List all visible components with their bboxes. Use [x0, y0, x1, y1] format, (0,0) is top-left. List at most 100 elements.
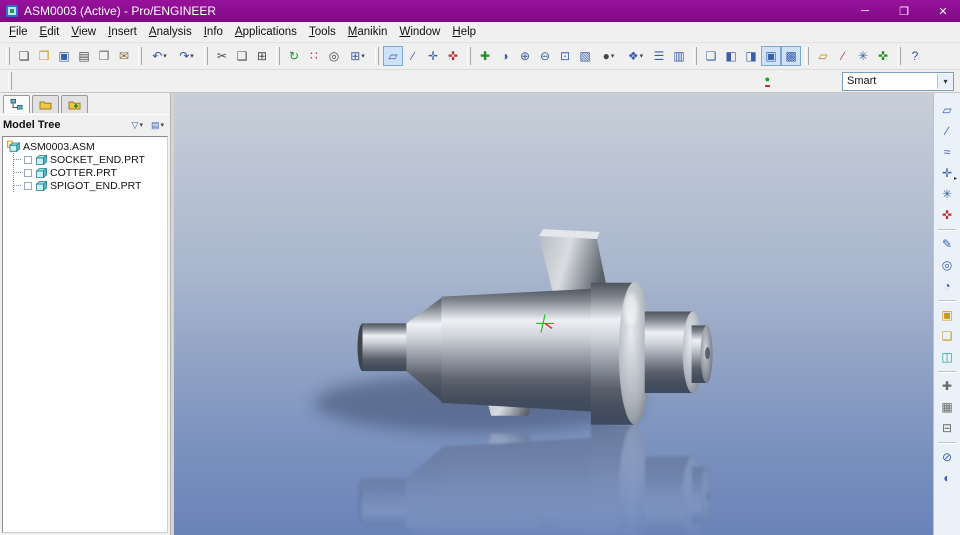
datum-axis-display-button[interactable]: ∕: [403, 46, 423, 66]
insert-datum-plane-button[interactable]: ▱: [813, 46, 833, 66]
menu-file[interactable]: File: [3, 24, 34, 40]
redo-dropdown-arrow-icon[interactable]: ▾: [190, 52, 194, 60]
toolbar-grip[interactable]: [138, 47, 142, 65]
insert-coordinate-system-button[interactable]: ✜: [873, 46, 893, 66]
undo-dropdown-arrow-icon[interactable]: ▾: [163, 52, 167, 60]
window-new-button[interactable]: ❏: [701, 46, 721, 66]
undo-button[interactable]: ↶ ▾: [146, 46, 173, 66]
datum-point-tool-button[interactable]: ✛ ▸: [937, 164, 957, 182]
tree-item-spigot-end-prt[interactable]: SPIGOT_END.PRT: [14, 179, 167, 192]
datum-plane-display-button[interactable]: ▱: [383, 46, 403, 66]
datum-axis-tool-button[interactable]: ∕: [937, 122, 957, 140]
regenerate-button[interactable]: ↻: [284, 46, 304, 66]
minimize-button[interactable]: ─: [848, 0, 882, 22]
hole-tool-button[interactable]: ◎: [937, 256, 957, 274]
assemble-component-button[interactable]: ▣: [937, 306, 957, 324]
menu-manikin[interactable]: Manikin: [342, 24, 394, 40]
orient-mode-button[interactable]: ◑: [495, 46, 515, 66]
component-operations-button[interactable]: ◫: [937, 348, 957, 366]
open-file-button[interactable]: ❒: [34, 46, 54, 66]
menu-info[interactable]: Info: [198, 24, 229, 40]
save-a-copy-button[interactable]: ❐: [94, 46, 114, 66]
window-activate-button[interactable]: ◧: [721, 46, 741, 66]
point-display-button[interactable]: ✛: [423, 46, 443, 66]
menu-edit[interactable]: Edit: [34, 24, 66, 40]
csys-display-button[interactable]: ✜: [443, 46, 463, 66]
toolbar-grip[interactable]: [276, 47, 280, 65]
model-tree[interactable]: ASM0003.ASM SOCKET_END.PRT COTTER.PRT SPIG…: [2, 136, 168, 533]
toolbar-grip[interactable]: [467, 47, 471, 65]
window-close-button[interactable]: ◨: [741, 46, 761, 66]
toolbar-grip[interactable]: [693, 47, 697, 65]
toolbar-grip[interactable]: [897, 47, 901, 65]
send-email-button[interactable]: ✉: [114, 46, 134, 66]
3d-viewport[interactable]: [174, 93, 933, 535]
zoom-in-button[interactable]: ⊕: [515, 46, 535, 66]
datum-point-tool-flyout-arrow-icon[interactable]: ▸: [954, 175, 957, 182]
cut-button[interactable]: ✂: [212, 46, 232, 66]
saved-view-list-button[interactable]: ❖ ▾: [622, 46, 649, 66]
print-button[interactable]: ▤: [74, 46, 94, 66]
repaint-button[interactable]: ▧: [575, 46, 595, 66]
toolbar-grip[interactable]: [6, 47, 10, 65]
find-button[interactable]: ◎: [324, 46, 344, 66]
view-manager-button[interactable]: ▥: [669, 46, 689, 66]
insert-datum-point-button[interactable]: ✳: [853, 46, 873, 66]
display-style-button[interactable]: ● ▾: [595, 46, 622, 66]
menu-applications[interactable]: Applications: [229, 24, 303, 40]
coordinate-system-tool-button[interactable]: ✜: [937, 206, 957, 224]
paste-button[interactable]: ⊞: [252, 46, 272, 66]
copy-button[interactable]: ❑: [232, 46, 252, 66]
saved-view-list-dropdown-arrow-icon[interactable]: ▾: [640, 52, 644, 60]
menu-insert[interactable]: Insert: [102, 24, 143, 40]
toolbar-grip[interactable]: [8, 72, 12, 90]
notes-display-button[interactable]: ▩: [781, 46, 801, 66]
layers-button[interactable]: ☰: [649, 46, 669, 66]
show-filter-menu-button[interactable]: ▽ ▾: [129, 118, 146, 133]
toolbar-grip[interactable]: [204, 47, 208, 65]
refit-button[interactable]: ⊡: [555, 46, 575, 66]
toolbar-grip[interactable]: [375, 47, 379, 65]
tree-item-socket-end-prt[interactable]: SOCKET_END.PRT: [14, 153, 167, 166]
toolbar-grip[interactable]: [805, 47, 809, 65]
create-component-button[interactable]: ❏: [937, 327, 957, 345]
section-tool-button[interactable]: ⊘: [937, 448, 957, 466]
selection-filter-dropdown-icon[interactable]: [937, 73, 953, 89]
menu-help[interactable]: Help: [446, 24, 482, 40]
drag-components-button[interactable]: ✚: [937, 377, 957, 395]
maximize-button[interactable]: ❐: [887, 0, 921, 22]
save-file-button[interactable]: ▣: [54, 46, 74, 66]
zoom-out-button[interactable]: ⊖: [535, 46, 555, 66]
titlebar[interactable]: ASM0003 (Active) - Pro/ENGINEER ─ ❐ ✕: [0, 0, 960, 22]
model-tree-tab[interactable]: [3, 95, 30, 113]
datum-plane-tool-button[interactable]: ▱: [937, 101, 957, 119]
menu-analysis[interactable]: Analysis: [143, 24, 198, 40]
regenerate-manager-button[interactable]: ∷: [304, 46, 324, 66]
tree-root-assembly[interactable]: ASM0003.ASM: [7, 140, 167, 153]
insert-datum-axis-button[interactable]: ∕: [833, 46, 853, 66]
field-point-tool-button[interactable]: ✳: [937, 185, 957, 203]
appearance-gallery-button[interactable]: ◐: [937, 469, 957, 487]
pattern-tool-button[interactable]: ▦: [937, 398, 957, 416]
selection-filter-combo[interactable]: Smart: [842, 71, 954, 91]
tree-item-cotter-prt[interactable]: COTTER.PRT: [14, 166, 167, 179]
new-file-button[interactable]: ❏: [14, 46, 34, 66]
menu-window[interactable]: Window: [393, 24, 446, 40]
folder-browser-tab[interactable]: [32, 95, 59, 113]
mirror-tool-button[interactable]: ⊟: [937, 419, 957, 437]
spigot-end-part[interactable]: [590, 281, 713, 425]
close-button[interactable]: ✕: [926, 0, 960, 22]
context-help-button[interactable]: ?: [905, 46, 925, 66]
tree-settings-menu-button[interactable]: ▤ ▾: [148, 118, 167, 133]
spin-center-button[interactable]: ✚: [475, 46, 495, 66]
menu-tools[interactable]: Tools: [303, 24, 342, 40]
redo-button[interactable]: ↷ ▾: [173, 46, 200, 66]
favorites-tab[interactable]: [61, 95, 88, 113]
selection-filter-options-button[interactable]: ⊞ ▾: [344, 46, 371, 66]
shell-tool-button[interactable]: ◔: [937, 277, 957, 295]
datum-curve-tool-button[interactable]: ≈: [937, 143, 957, 161]
sketch-tool-button[interactable]: ✎: [937, 235, 957, 253]
selection-filter-options-dropdown-arrow-icon[interactable]: ▾: [361, 52, 365, 60]
3d-scene[interactable]: [174, 93, 933, 535]
annotation-display-button[interactable]: ▣: [761, 46, 781, 66]
